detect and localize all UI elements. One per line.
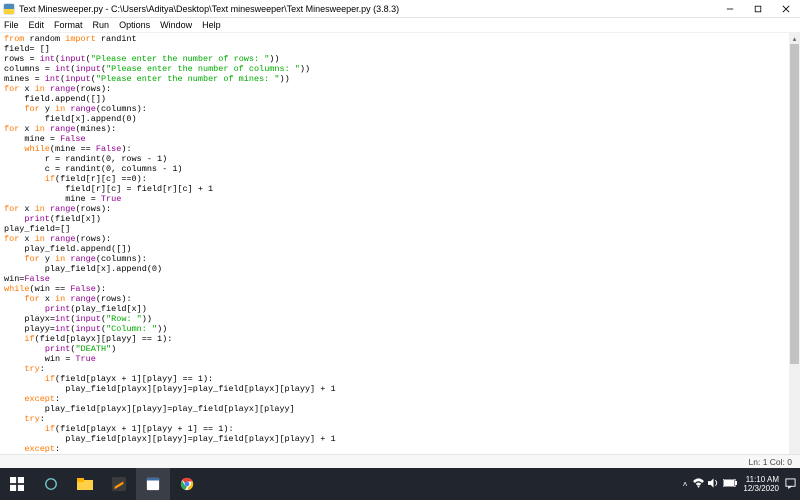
scrollbar-thumb[interactable] [790,44,799,364]
code-editor[interactable]: from random import randint field= [] row… [0,33,789,468]
menu-run[interactable]: Run [93,20,110,30]
tray-battery-icon[interactable] [723,479,737,489]
window-title: Text Minesweeper.py - C:\Users\Aditya\De… [19,4,716,14]
menu-bar: File Edit Format Run Options Window Help [0,18,800,33]
close-button[interactable] [772,0,800,18]
menu-file[interactable]: File [4,20,19,30]
system-tray: ˄ 11:10 AM 12/3/2020 [683,475,800,493]
minimize-button[interactable] [716,0,744,18]
menu-options[interactable]: Options [119,20,150,30]
start-button[interactable] [0,468,34,500]
taskbar-sublime-icon[interactable] [102,468,136,500]
taskbar: ˄ 11:10 AM 12/3/2020 [0,468,800,500]
menu-edit[interactable]: Edit [29,20,45,30]
app-icon [2,2,16,16]
tray-chevron-up-icon[interactable]: ˄ [683,480,688,489]
vertical-scrollbar[interactable]: ▴ ▾ [789,33,800,468]
tray-wifi-icon[interactable] [693,478,704,490]
editor-area: from random import randint field= [] row… [0,33,800,468]
menu-help[interactable]: Help [202,20,221,30]
status-bar: Ln: 1 Col: 0 [0,454,800,468]
scroll-up-icon[interactable]: ▴ [789,33,800,44]
tray-notifications-icon[interactable] [785,478,796,491]
taskbar-chrome-icon[interactable] [170,468,204,500]
tray-time[interactable]: 11:10 AM [743,475,779,484]
cursor-position: Ln: 1 Col: 0 [749,457,792,467]
taskbar-cortana-icon[interactable] [34,468,68,500]
menu-format[interactable]: Format [54,20,83,30]
taskbar-explorer-icon[interactable] [68,468,102,500]
title-bar: Text Minesweeper.py - C:\Users\Aditya\De… [0,0,800,18]
menu-window[interactable]: Window [160,20,192,30]
maximize-button[interactable] [744,0,772,18]
tray-volume-icon[interactable] [708,478,719,490]
tray-date[interactable]: 12/3/2020 [743,484,779,493]
taskbar-idle-icon[interactable] [136,468,170,500]
